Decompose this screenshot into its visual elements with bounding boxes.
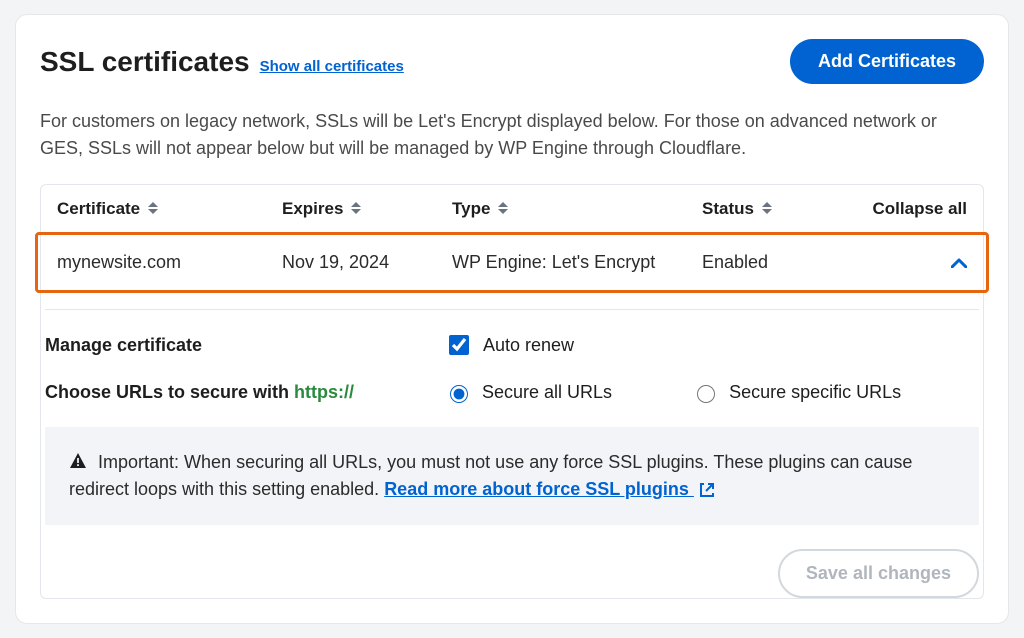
col-header-status[interactable]: Status — [702, 199, 862, 219]
chevron-up-icon — [951, 258, 967, 268]
col-label-expires: Expires — [282, 199, 343, 219]
cell-status: Enabled — [702, 252, 862, 273]
secure-all-option[interactable]: Secure all URLs — [445, 382, 612, 403]
sort-icon — [498, 202, 508, 216]
secure-specific-radio[interactable] — [697, 385, 715, 403]
add-certificates-button[interactable]: Add Certificates — [790, 39, 984, 84]
cell-certificate: mynewsite.com — [57, 252, 282, 273]
col-header-collapse[interactable]: Collapse all — [862, 199, 967, 219]
table-row[interactable]: mynewsite.com Nov 19, 2024 WP Engine: Le… — [41, 234, 983, 291]
auto-renew-option[interactable]: Auto renew — [445, 332, 574, 358]
force-ssl-plugins-link[interactable]: Read more about force SSL plugins — [384, 479, 716, 499]
col-label-type: Type — [452, 199, 490, 219]
important-info-box: Important: When securing all URLs, you m… — [45, 427, 979, 525]
external-link-icon — [698, 481, 716, 499]
secure-specific-label: Secure specific URLs — [729, 382, 901, 403]
manage-row-autorenew: Manage certificate Auto renew — [45, 332, 979, 358]
sort-icon — [762, 202, 772, 216]
sort-icon — [148, 202, 158, 216]
footer-row: Save all changes — [41, 525, 983, 598]
warning-icon — [69, 452, 92, 472]
ssl-certificates-card: SSL certificates Show all certificates A… — [15, 14, 1009, 624]
col-label-certificate: Certificate — [57, 199, 140, 219]
col-label-status: Status — [702, 199, 754, 219]
secure-specific-option[interactable]: Secure specific URLs — [692, 382, 901, 403]
certificates-table: Certificate Expires Type Status Collapse… — [40, 184, 984, 599]
show-all-link[interactable]: Show all certificates — [260, 58, 404, 75]
table-header: Certificate Expires Type Status Collapse… — [41, 185, 983, 234]
https-text: https:// — [294, 382, 354, 402]
col-label-collapse: Collapse all — [873, 199, 967, 219]
auto-renew-label: Auto renew — [483, 335, 574, 356]
secure-all-label: Secure all URLs — [482, 382, 612, 403]
description-text: For customers on legacy network, SSLs wi… — [40, 108, 984, 162]
save-all-changes-button[interactable]: Save all changes — [778, 549, 979, 598]
choose-urls-label: Choose URLs to secure with https:// — [45, 382, 445, 403]
cell-collapse[interactable] — [862, 258, 967, 268]
manage-certificate-label: Manage certificate — [45, 335, 445, 356]
auto-renew-checkbox[interactable] — [449, 335, 469, 355]
page-title: SSL certificates — [40, 46, 250, 78]
title-wrap: SSL certificates Show all certificates — [40, 46, 404, 78]
manage-row-urls: Choose URLs to secure with https:// Secu… — [45, 382, 979, 403]
cell-type: WP Engine: Let's Encrypt — [452, 252, 702, 273]
sort-icon — [351, 202, 361, 216]
col-header-expires[interactable]: Expires — [282, 199, 452, 219]
header-row: SSL certificates Show all certificates A… — [40, 39, 984, 84]
col-header-type[interactable]: Type — [452, 199, 702, 219]
manage-certificate-block: Manage certificate Auto renew Choose URL… — [45, 309, 979, 403]
col-header-certificate[interactable]: Certificate — [57, 199, 282, 219]
info-link-text: Read more about force SSL plugins — [384, 479, 694, 499]
cell-expires: Nov 19, 2024 — [282, 252, 452, 273]
secure-all-radio[interactable] — [450, 385, 468, 403]
choose-urls-prefix: Choose URLs to secure with — [45, 382, 294, 402]
